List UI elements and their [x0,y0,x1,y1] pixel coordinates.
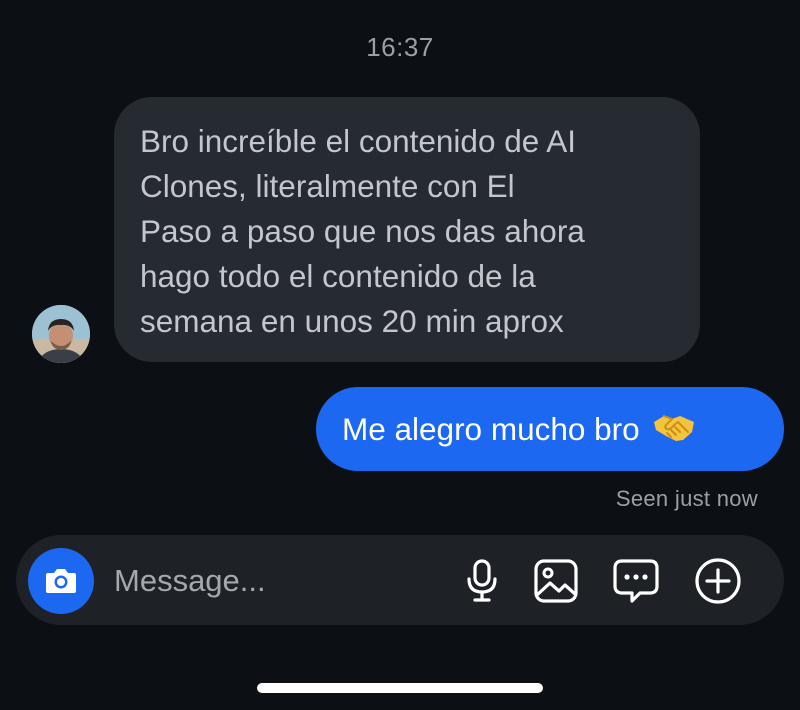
microphone-icon [467,559,497,602]
plus-circle-icon [695,558,741,604]
message-input[interactable] [114,563,434,599]
camera-icon [46,569,76,593]
microphone-button[interactable] [458,557,506,605]
outgoing-message-bubble[interactable]: Me alegro mucho bro [316,387,784,471]
message-composer [16,535,784,625]
gallery-button[interactable] [532,557,580,605]
sticker-button[interactable] [612,557,660,605]
handshake-emoji-icon [652,410,696,449]
chat-screen: 16:37 Bro increíble el contenido de AI C… [0,0,800,710]
camera-button[interactable] [28,548,94,614]
incoming-message-text: Bro increíble el contenido de AI Clones,… [140,123,585,339]
user-avatar-icon [32,305,90,363]
home-indicator[interactable] [257,683,543,693]
incoming-message-bubble[interactable]: Bro increíble el contenido de AI Clones,… [114,97,700,362]
seen-status: Seen just now [615,486,758,511]
chat-bubble-icon [613,559,659,603]
sender-avatar[interactable] [32,305,90,363]
image-icon [534,559,578,603]
message-timestamp: 16:37 [366,32,434,62]
more-options-button[interactable] [694,557,742,605]
outgoing-message-text: Me alegro mucho bro [342,410,640,447]
